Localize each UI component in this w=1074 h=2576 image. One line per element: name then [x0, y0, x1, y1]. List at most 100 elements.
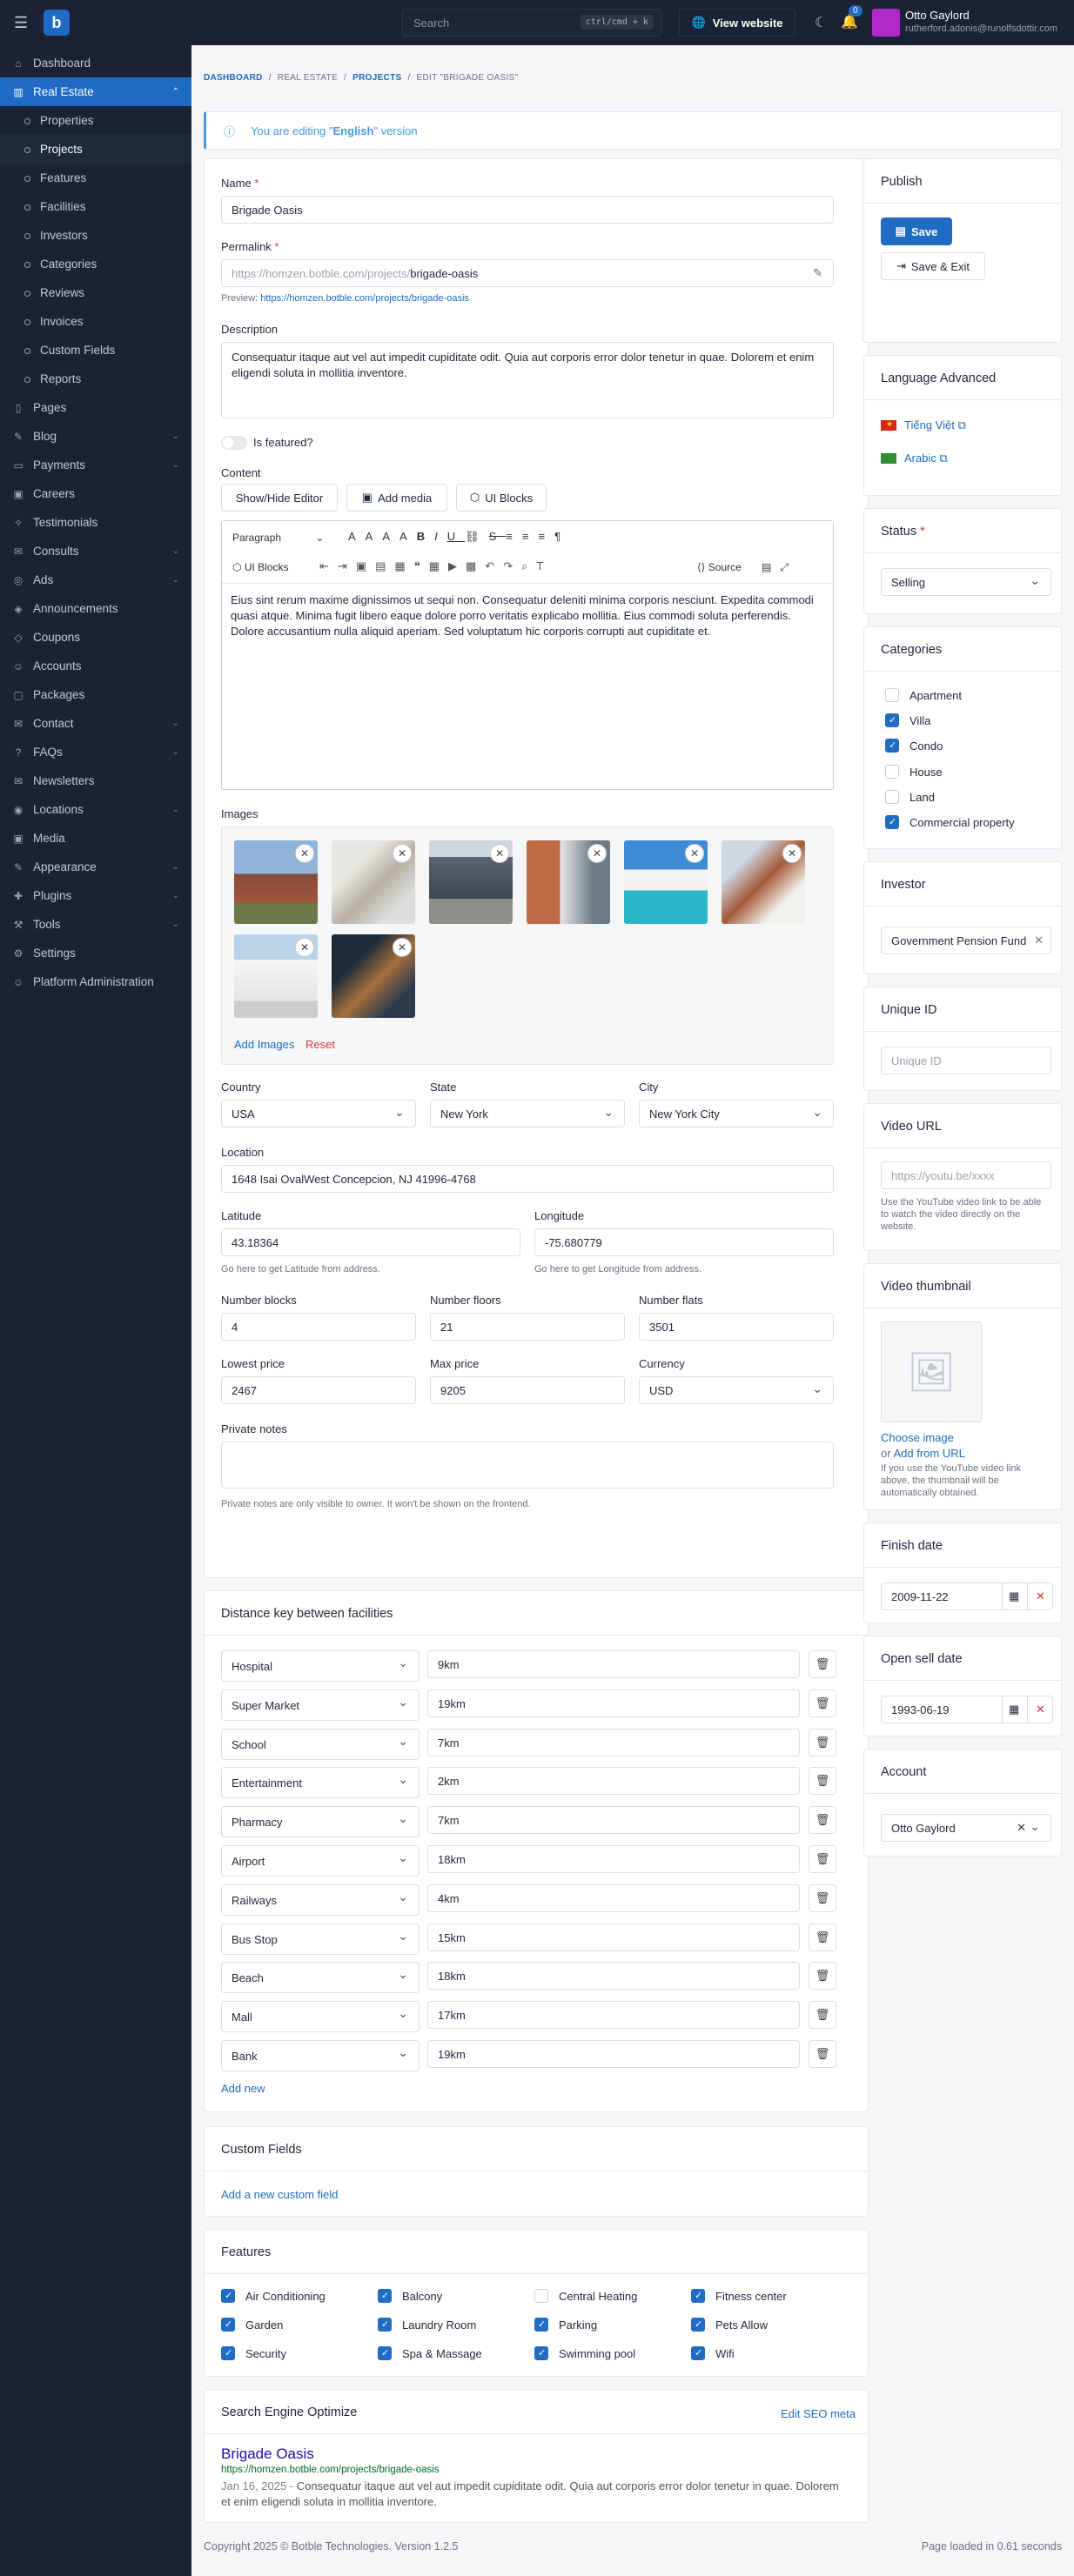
state-select[interactable]: New York	[430, 1100, 625, 1127]
longitude-help[interactable]: Go here to get Longitude from address.	[534, 1264, 701, 1275]
name-input[interactable]: Brigade Oasis	[221, 196, 834, 224]
trash-icon[interactable]: 🗑	[809, 1962, 836, 1991]
trash-icon[interactable]: 🗑	[809, 2040, 836, 2068]
flats-input[interactable]: 3501	[639, 1313, 834, 1341]
facility-select[interactable]: Railways	[221, 1883, 420, 1916]
facility-distance-input[interactable]: 7km	[427, 1728, 800, 1756]
calendar-icon[interactable]: ▦	[1002, 1582, 1028, 1610]
facility-distance-input[interactable]: 18km	[427, 1845, 800, 1873]
feature-checkbox[interactable]	[378, 2289, 392, 2303]
trash-icon[interactable]: 🗑	[809, 1845, 836, 1873]
add-new-distance-link[interactable]: Add new	[221, 2082, 265, 2095]
source-button[interactable]: ⟨⟩ Source	[697, 561, 742, 573]
breadcrumb-projects[interactable]: Projects	[352, 73, 401, 83]
floors-input[interactable]: 21	[430, 1313, 625, 1341]
save-exit-button[interactable]: ⇥ Save & Exit	[881, 252, 985, 280]
sidebar-item-tools[interactable]: ⚒ Tools ⌄	[0, 910, 191, 939]
logo[interactable]: b	[44, 10, 70, 36]
facility-select[interactable]: School	[221, 1728, 420, 1760]
feature-checkbox[interactable]	[221, 2289, 235, 2303]
gallery-image[interactable]: ✕	[722, 840, 805, 924]
remove-image-icon[interactable]: ✕	[393, 938, 412, 957]
category-checkbox[interactable]	[885, 688, 899, 702]
description-textarea[interactable]: Consequatur itaque aut vel aut impedit c…	[221, 342, 834, 418]
breadcrumb-dashboard[interactable]: Dashboard	[204, 73, 263, 83]
sidebar-item-investors[interactable]: Investors	[0, 221, 191, 250]
country-select[interactable]: USA	[221, 1100, 416, 1127]
facility-distance-input[interactable]: 4km	[427, 1883, 800, 1912]
trash-icon[interactable]: 🗑	[809, 1767, 836, 1796]
ui-blocks-button[interactable]: ⬡ UI Blocks	[456, 484, 547, 512]
sidebar-item-reviews[interactable]: Reviews	[0, 278, 191, 307]
facility-select[interactable]: Entertainment	[221, 1767, 420, 1799]
video-url-input[interactable]: https://youtu.be/xxxx	[881, 1161, 1051, 1189]
sidebar-item-facilities[interactable]: Facilities	[0, 192, 191, 221]
gallery-image[interactable]: ✕	[527, 840, 610, 924]
paragraph-dropdown[interactable]: Paragraph ⌄	[232, 532, 324, 544]
clear-date-icon[interactable]: ✕	[1027, 1696, 1053, 1723]
insert-buttons[interactable]: ⇤⇥▣▤▦❝▦▶▩↶↷⌕T	[319, 559, 552, 573]
sidebar-item-features[interactable]: Features	[0, 164, 191, 192]
sidebar-item-testimonials[interactable]: ✧ Testimonials	[0, 508, 191, 537]
remove-image-icon[interactable]: ✕	[685, 844, 704, 863]
sidebar-item-payments[interactable]: ▭ Payments ⌄	[0, 451, 191, 479]
sidebar-item-blog[interactable]: ✎ Blog ⌄	[0, 422, 191, 451]
clear-date-icon[interactable]: ✕	[1027, 1582, 1053, 1610]
trash-icon[interactable]: 🗑	[809, 1923, 836, 1951]
facility-distance-input[interactable]: 15km	[427, 1923, 800, 1951]
save-button[interactable]: ▤ Save	[881, 217, 952, 245]
content-text[interactable]: Eius sint rerum maxime dignissimos ut se…	[231, 592, 822, 639]
feature-checkbox[interactable]	[221, 2318, 235, 2332]
trash-icon[interactable]: 🗑	[809, 1728, 836, 1756]
facility-distance-input[interactable]: 19km	[427, 1689, 800, 1717]
avatar[interactable]	[872, 9, 900, 37]
category-checkbox[interactable]	[885, 764, 899, 779]
sidebar-item-settings[interactable]: ⚙ Settings	[0, 939, 191, 967]
lang-ar-link[interactable]: Arabic ⧉	[904, 452, 948, 465]
status-select[interactable]: Selling	[881, 568, 1051, 596]
calendar-icon[interactable]: ▦	[1002, 1696, 1028, 1723]
sidebar-item-categories[interactable]: Categories	[0, 250, 191, 278]
facility-select[interactable]: Beach	[221, 1962, 420, 1994]
category-checkbox[interactable]	[885, 713, 899, 728]
currency-select[interactable]: USD	[639, 1376, 834, 1404]
facility-select[interactable]: Airport	[221, 1845, 420, 1877]
facility-select[interactable]: Mall	[221, 2001, 420, 2033]
permalink-input[interactable]: https://homzen.botble.com/projects/briga…	[221, 259, 834, 287]
unique-id-input[interactable]: Unique ID	[881, 1047, 1051, 1074]
sidebar-item-media[interactable]: ▣ Media	[0, 824, 191, 853]
feature-checkbox[interactable]	[221, 2346, 235, 2360]
sidebar-item-packages[interactable]: ▢ Packages	[0, 680, 191, 709]
sidebar-item-newsletters[interactable]: ✉ Newsletters	[0, 766, 191, 795]
trash-icon[interactable]: 🗑	[809, 1883, 836, 1912]
latitude-input[interactable]: 43.18364	[221, 1228, 520, 1256]
investor-select[interactable]: Government Pension Fund ✕	[881, 927, 1051, 954]
trash-icon[interactable]: 🗑	[809, 2001, 836, 2030]
sidebar-item-appearance[interactable]: ✎ Appearance ⌄	[0, 853, 191, 881]
gallery-image[interactable]: ✕	[624, 840, 708, 924]
blocks-input[interactable]: 4	[221, 1313, 416, 1341]
view-website-button[interactable]: 🌐 View website	[679, 9, 795, 37]
sidebar-item-coupons[interactable]: ◇ Coupons	[0, 623, 191, 652]
sidebar-item-reports[interactable]: Reports	[0, 365, 191, 393]
facility-distance-input[interactable]: 19km	[427, 2040, 800, 2068]
editor-ui-blocks-button[interactable]: ⬡ UI Blocks	[232, 561, 289, 573]
facility-distance-input[interactable]: 7km	[427, 1806, 800, 1835]
remove-image-icon[interactable]: ✕	[295, 938, 314, 957]
sidebar-item-contact[interactable]: ✉ Contact ⌄	[0, 709, 191, 738]
magic-wand-icon[interactable]: ✎	[813, 266, 822, 280]
thumbnail-placeholder-icon[interactable]: 🖼	[881, 1321, 982, 1422]
sidebar-item-platform-administration[interactable]: ☺ Platform Administration	[0, 967, 191, 996]
edit-seo-link[interactable]: Edit SEO meta	[781, 2407, 856, 2420]
add-media-button[interactable]: ▣ Add media	[346, 484, 447, 512]
private-notes-textarea[interactable]	[221, 1442, 834, 1489]
show-hide-editor-button[interactable]: Show/Hide Editor	[221, 484, 338, 512]
remove-image-icon[interactable]: ✕	[393, 844, 412, 863]
search-input[interactable]: Search ctrl/cmd + k	[402, 9, 661, 37]
sidebar-item-real-estate[interactable]: ▥ Real Estate ⌃	[0, 77, 191, 106]
category-checkbox[interactable]	[885, 789, 899, 804]
gallery-image[interactable]: ✕	[332, 840, 415, 924]
facility-select[interactable]: Super Market	[221, 1689, 420, 1721]
feature-checkbox[interactable]	[691, 2289, 705, 2303]
feature-checkbox[interactable]	[378, 2346, 392, 2360]
